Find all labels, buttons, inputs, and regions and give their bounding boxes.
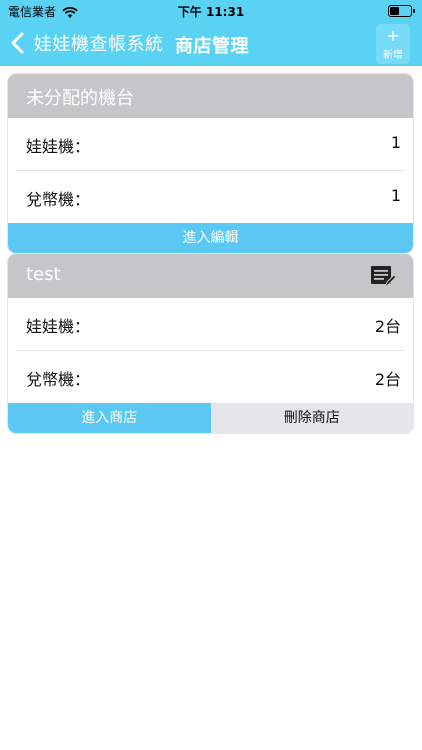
list-item: 娃娃機： 1 — [16, 118, 405, 171]
unassigned-machines-card: 未分配的機台 娃娃機： 1 兌幣機： 1 進入編輯 — [8, 74, 413, 253]
status-bar: 電信業者 下午 11:31 — [0, 0, 422, 20]
row-value: 1 — [390, 133, 401, 152]
edit-list-icon[interactable] — [369, 264, 397, 290]
plus-icon: + — [386, 26, 400, 45]
card-header: 未分配的機台 — [8, 74, 413, 118]
list-item: 兌幣機： 2台 — [16, 351, 405, 403]
add-label: 新增 — [383, 50, 403, 61]
store-name: test — [26, 264, 61, 285]
delete-store-button[interactable]: 刪除商店 — [210, 403, 413, 433]
battery-icon — [388, 5, 415, 17]
page-title: 商店管理 — [175, 36, 249, 57]
row-value: 1 — [390, 186, 401, 205]
row-value: 2台 — [374, 370, 401, 389]
row-label: 娃娃機： — [26, 137, 91, 156]
row-label: 娃娃機： — [26, 317, 91, 336]
row-label: 兌幣機： — [26, 370, 91, 389]
top-bar: 電信業者 下午 11:31 娃娃機查帳系統 商店管理 + 新增 — [0, 0, 422, 66]
back-button[interactable]: 娃娃機查帳系統 — [10, 28, 164, 58]
row-label: 兌幣機： — [26, 190, 91, 209]
enter-store-button[interactable]: 進入商店 — [8, 403, 211, 433]
back-label: 娃娃機查帳系統 — [34, 34, 164, 55]
navigation-bar: 娃娃機查帳系統 商店管理 + 新增 — [0, 22, 422, 66]
chevron-left-icon — [10, 31, 32, 55]
enter-edit-button[interactable]: 進入編輯 — [8, 223, 413, 253]
clock: 下午 11:31 — [177, 5, 245, 19]
add-button[interactable]: + 新增 — [376, 24, 410, 64]
row-value: 2台 — [374, 317, 401, 336]
list-item: 娃娃機： 2台 — [16, 298, 405, 351]
store-actions: 進入商店 刪除商店 — [8, 403, 413, 433]
store-card: test 娃娃機： 2台 兌幣機： 2台 進入商店 刪除商店 — [8, 254, 413, 433]
list-item: 兌幣機： 1 — [16, 171, 405, 223]
card-title: 未分配的機台 — [26, 88, 134, 109]
card-header: test — [8, 254, 413, 298]
